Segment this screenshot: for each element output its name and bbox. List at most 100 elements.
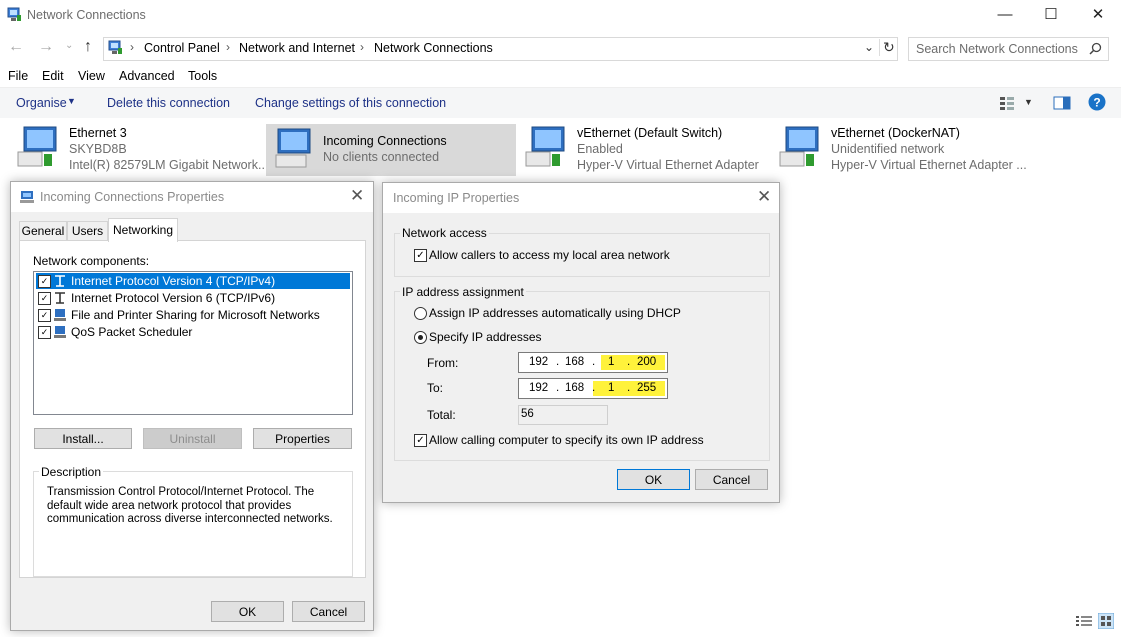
to-octet-2: 168 — [565, 382, 585, 394]
menu-edit[interactable]: Edit — [42, 69, 64, 83]
control-panel-icon — [108, 40, 122, 54]
list-item[interactable]: ✓ File and Printer Sharing for Microsoft… — [36, 307, 350, 323]
description-label: Description — [39, 465, 104, 479]
tab-networking[interactable]: Networking — [108, 218, 178, 242]
ip-dot: . — [592, 382, 596, 394]
list-item-selected[interactable]: ✓ Internet Protocol Version 4 (TCP/IPv4) — [36, 273, 350, 289]
help-icon[interactable]: ? — [1088, 93, 1106, 111]
description-text: Transmission Control Protocol/Internet P… — [47, 486, 333, 525]
connection-icon — [20, 191, 34, 203]
breadcrumb-separator: › — [226, 40, 230, 54]
menu-tools[interactable]: Tools — [188, 69, 217, 83]
back-icon[interactable]: ← — [8, 38, 24, 56]
connection-status: SKYBD8B — [69, 142, 127, 156]
change-settings-button[interactable]: Change settings of this connection — [255, 96, 446, 110]
connection-incoming[interactable]: Incoming Connections No clients connecte… — [266, 124, 516, 176]
up-icon[interactable]: ↑ — [84, 38, 92, 56]
forward-icon[interactable]: → — [38, 38, 54, 56]
specify-ip-label[interactable]: Specify IP addresses — [429, 330, 542, 344]
from-octet-4: 200 — [637, 356, 657, 368]
tab-general[interactable]: General — [19, 221, 67, 241]
preview-pane-icon[interactable] — [1053, 95, 1071, 111]
incoming-connections-properties-dialog: Incoming Connections Properties ✕ Genera… — [10, 181, 374, 631]
connection-name: vEthernet (DockerNAT) — [831, 126, 960, 140]
total-field: 56 — [518, 405, 608, 425]
connection-status: Enabled — [577, 142, 623, 156]
close-button[interactable]: ✕ — [1075, 0, 1121, 32]
uninstall-button[interactable]: Uninstall — [143, 428, 242, 449]
breadcrumb-network-connections[interactable]: Network Connections — [374, 41, 493, 55]
svg-text:?: ? — [1093, 96, 1100, 110]
list-item[interactable]: ✓ Internet Protocol Version 6 (TCP/IPv6) — [36, 290, 350, 306]
menu-advanced[interactable]: Advanced — [119, 69, 175, 83]
allow-lan-checkbox[interactable]: ✓ — [414, 249, 427, 262]
ip-dot: . — [627, 356, 631, 368]
total-label: Total: — [427, 408, 456, 422]
breadcrumb-control-panel[interactable]: Control Panel — [144, 41, 220, 55]
network-access-label: Network access — [400, 226, 489, 240]
dhcp-label[interactable]: Assign IP addresses automatically using … — [429, 306, 681, 320]
protocol-icon — [55, 275, 65, 287]
install-button[interactable]: Install... — [34, 428, 132, 449]
recent-chevron-icon[interactable]: ⌄ — [65, 40, 73, 51]
component-label: Internet Protocol Version 4 (TCP/IPv4) — [71, 274, 276, 288]
dialog-title: Incoming Connections Properties — [40, 190, 225, 204]
qos-checkbox[interactable]: ✓ — [38, 326, 51, 339]
file-sharing-checkbox[interactable]: ✓ — [38, 309, 51, 322]
incoming-ip-properties-dialog: Incoming IP Properties ✕ Network access … — [382, 182, 780, 503]
details-view-icon[interactable] — [1076, 615, 1092, 628]
components-list[interactable]: ✓ Internet Protocol Version 4 (TCP/IPv4)… — [33, 271, 353, 415]
ok-button[interactable]: OK — [617, 469, 690, 490]
service-icon — [54, 309, 66, 321]
component-label: File and Printer Sharing for Microsoft N… — [71, 308, 320, 322]
breadcrumb-network-and-internet[interactable]: Network and Internet — [239, 41, 355, 55]
allow-own-ip-checkbox[interactable]: ✓ — [414, 434, 427, 447]
command-bar: Organise ▼ Delete this connection Change… — [0, 87, 1121, 118]
allow-lan-label[interactable]: Allow callers to access my local area ne… — [429, 248, 670, 262]
ipv6-checkbox[interactable]: ✓ — [38, 292, 51, 305]
address-bar[interactable]: › Control Panel › Network and Internet ›… — [103, 37, 898, 61]
title-bar: Network Connections — ☐ ✕ — [0, 0, 1121, 32]
dialog-close-icon[interactable]: ✕ — [757, 187, 771, 207]
connection-adapter: Hyper-V Virtual Ethernet Adapter ... — [831, 158, 1027, 172]
view-options-icon[interactable] — [999, 95, 1015, 111]
incoming-connection-icon — [275, 128, 311, 168]
connection-ethernet-3[interactable]: Ethernet 3 SKYBD8B Intel(R) 82579LM Giga… — [16, 124, 268, 176]
ok-button[interactable]: OK — [211, 601, 284, 622]
dialog-close-icon[interactable]: ✕ — [350, 186, 364, 206]
ipv4-checkbox[interactable]: ✓ — [38, 275, 51, 288]
minimize-button[interactable]: — — [982, 0, 1028, 32]
connection-adapter: Intel(R) 82579LM Gigabit Network... — [69, 158, 269, 172]
specify-ip-radio[interactable] — [414, 331, 427, 344]
search-box[interactable]: Search Network Connections — [908, 37, 1109, 61]
list-item[interactable]: ✓ QoS Packet Scheduler — [36, 324, 350, 340]
to-ip-input[interactable]: 192 . 168 . 1 . 255 — [518, 378, 668, 399]
maximize-button[interactable]: ☐ — [1028, 0, 1074, 32]
refresh-icon[interactable]: ↻ — [879, 39, 895, 56]
ip-dot: . — [592, 356, 596, 368]
tab-users[interactable]: Users — [67, 221, 108, 241]
properties-button[interactable]: Properties — [253, 428, 352, 449]
menu-file[interactable]: File — [8, 69, 28, 83]
menu-view[interactable]: View — [78, 69, 105, 83]
view-dropdown-icon[interactable]: ▼ — [1024, 97, 1033, 107]
connection-name: Incoming Connections — [323, 134, 447, 148]
connection-status: No clients connected — [323, 150, 440, 164]
ip-assignment-label: IP address assignment — [400, 285, 526, 299]
organise-button[interactable]: Organise — [16, 96, 67, 110]
from-octet-2: 168 — [565, 356, 585, 368]
connection-vethernet-default-switch[interactable]: vEthernet (Default Switch) Enabled Hyper… — [524, 124, 769, 176]
cancel-button[interactable]: Cancel — [695, 469, 768, 490]
from-ip-input[interactable]: 192 . 168 . 1 . 200 — [518, 352, 668, 373]
search-input[interactable]: Search Network Connections — [916, 42, 1078, 56]
history-dropdown-icon[interactable]: ⌄ — [864, 40, 874, 54]
connection-vethernet-dockernat[interactable]: vEthernet (DockerNAT) Unidentified netwo… — [778, 124, 1027, 176]
allow-own-ip-label[interactable]: Allow calling computer to specify its ow… — [429, 433, 704, 447]
tiles-view-icon[interactable] — [1098, 613, 1114, 629]
search-icon[interactable] — [1089, 42, 1102, 55]
dhcp-radio[interactable] — [414, 307, 427, 320]
organise-dropdown-icon[interactable]: ▼ — [67, 96, 76, 106]
cancel-button[interactable]: Cancel — [292, 601, 365, 622]
delete-connection-button[interactable]: Delete this connection — [107, 96, 230, 110]
to-octet-4: 255 — [637, 382, 657, 394]
